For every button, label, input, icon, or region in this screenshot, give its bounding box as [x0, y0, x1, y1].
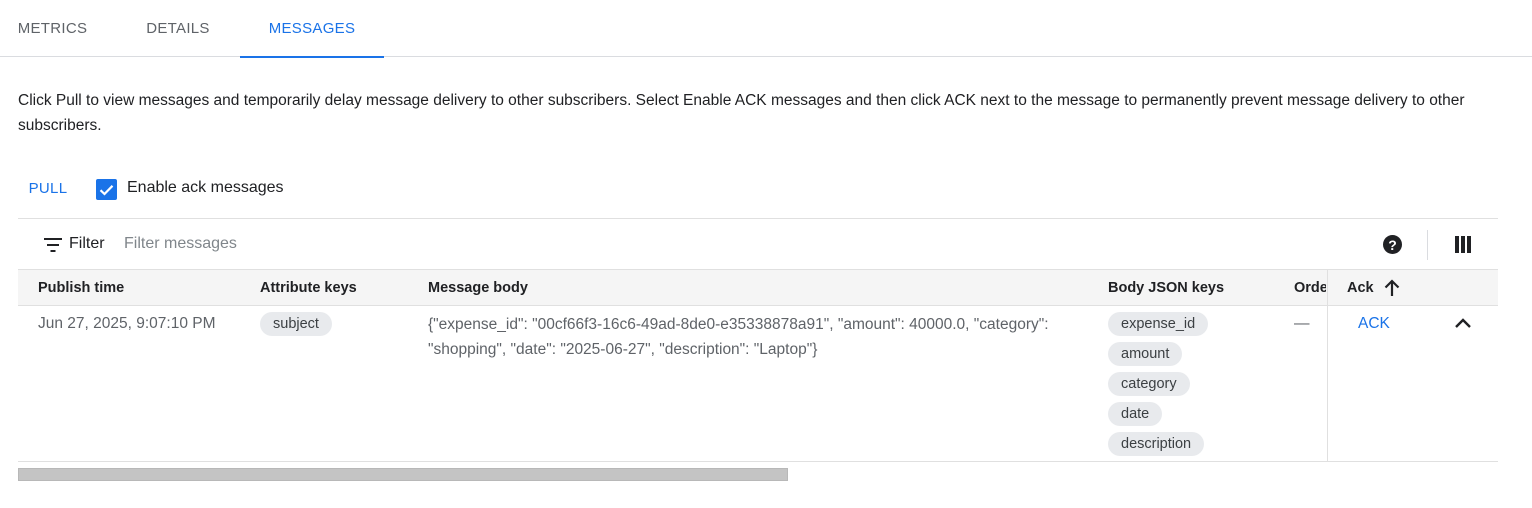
tab-bar: METRICS DETAILS MESSAGES [0, 0, 1532, 58]
column-header-ack-label: Ack [1347, 280, 1374, 296]
tab-messages[interactable]: MESSAGES [240, 0, 384, 58]
column-header-body-json-keys[interactable]: Body JSON keys [1108, 270, 1278, 306]
enable-ack-checkbox[interactable] [96, 179, 117, 200]
json-key-chip: expense_id [1108, 312, 1209, 336]
toolbar-divider [1427, 230, 1428, 260]
message-body-cell: {"expense_id": "00cf66f3-16c6-49ad-8de0-… [428, 316, 1049, 358]
table-row: Jun 27, 2025, 9:07:10 PM subject {"expen… [18, 306, 1498, 462]
json-key-chip: date [1108, 402, 1163, 426]
body-json-keys-cell: expense_id amount category date descript… [1108, 312, 1209, 462]
ack-button[interactable]: ACK [1358, 315, 1390, 333]
filter-label: Filter [69, 235, 105, 252]
chevron-up-icon[interactable] [1454, 317, 1472, 329]
filter-input[interactable] [122, 231, 1222, 257]
tab-metrics[interactable]: METRICS [0, 0, 105, 57]
help-icon[interactable]: ? [1383, 235, 1402, 254]
horizontal-scrollbar[interactable] [18, 468, 788, 481]
column-header-message-body[interactable]: Message body [428, 270, 728, 306]
ordering-key-cell: — [1294, 315, 1310, 332]
column-header-ordering-key[interactable]: Orde [1294, 270, 1326, 306]
filter-list-icon[interactable] [44, 238, 62, 252]
tab-details[interactable]: DETAILS [130, 0, 226, 57]
column-header-publish-time[interactable]: Publish time [38, 270, 238, 306]
attribute-keys-cell: subject [260, 312, 332, 336]
publish-time-cell: Jun 27, 2025, 9:07:10 PM [38, 315, 216, 332]
json-key-chip: amount [1108, 342, 1183, 366]
attribute-key-chip: subject [260, 312, 332, 336]
pull-button[interactable]: PULL [18, 172, 78, 204]
json-key-chip: description [1108, 432, 1205, 456]
enable-ack-label[interactable]: Enable ack messages [127, 179, 284, 197]
check-icon [99, 184, 114, 196]
messages-description: Click Pull to view messages and temporar… [18, 92, 1465, 134]
arrow-upward-icon[interactable] [1384, 279, 1400, 297]
column-header-ack[interactable]: Ack [1347, 270, 1467, 306]
column-header-attribute-keys[interactable]: Attribute keys [260, 270, 420, 306]
filter-bar: Filter ? [18, 218, 1498, 270]
table-header: Publish time Attribute keys Message body… [18, 269, 1498, 306]
json-key-chip: category [1108, 372, 1190, 396]
column-display-icon[interactable] [1455, 236, 1471, 253]
